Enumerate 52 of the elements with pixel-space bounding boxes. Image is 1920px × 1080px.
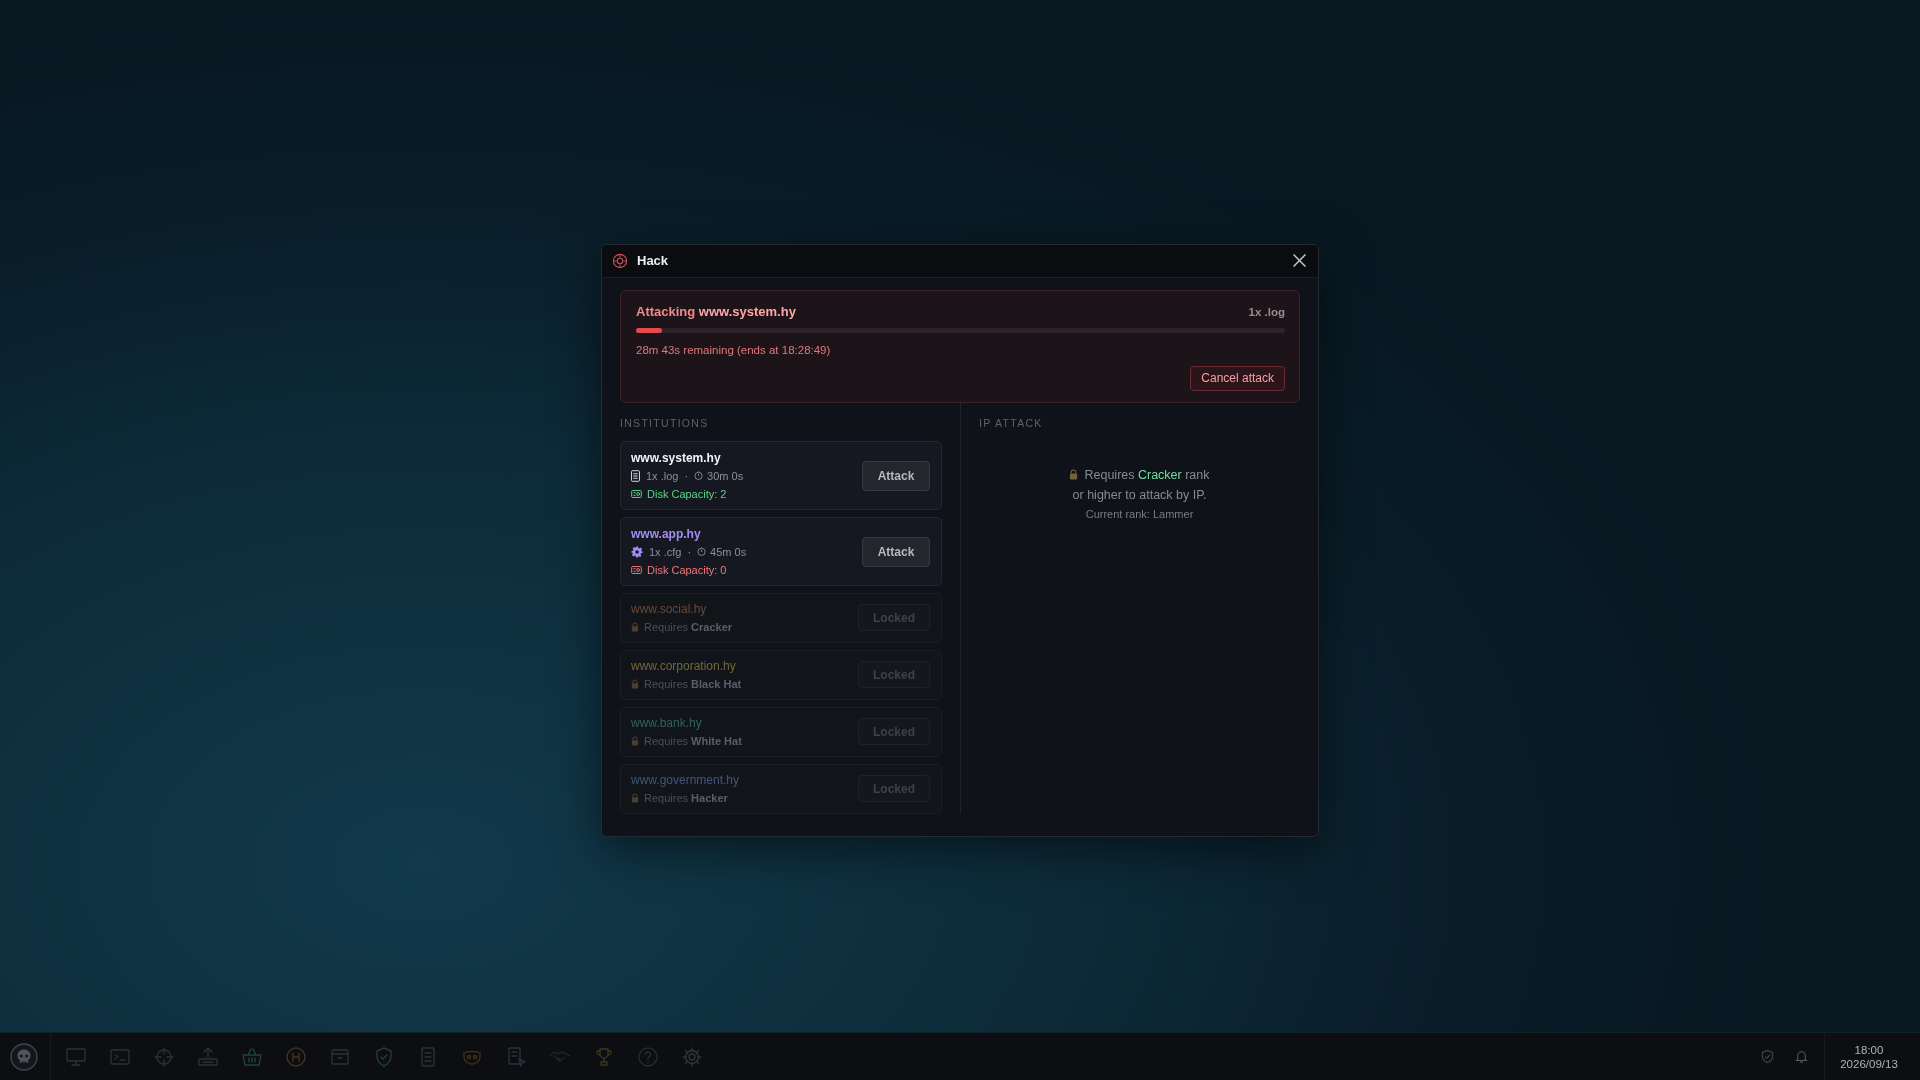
document-icon — [631, 469, 640, 482]
disk-capacity-text: Disk Capacity: 0 — [647, 562, 727, 578]
remaining-text: 28m 43s remaining (ends at 18:28:49) — [636, 342, 832, 358]
requirement-text: Requires Hacker — [644, 790, 728, 806]
domain-name: www.bank.hy — [631, 714, 702, 732]
lock-icon — [631, 621, 639, 632]
domain-name: www.social.hy — [631, 600, 707, 618]
upload-icon[interactable] — [196, 1044, 220, 1069]
duration-text: 45m 0s — [710, 544, 747, 560]
domain-name: www.app.hy — [631, 525, 701, 543]
file-label: 1x .cfg — [649, 544, 682, 560]
domain-name: www.system.hy — [631, 449, 721, 467]
letter-circle-icon[interactable] — [284, 1044, 308, 1069]
disk-capacity-text: Disk Capacity: 2 — [647, 486, 727, 502]
domain-name: www.government.hy — [631, 771, 740, 789]
timer-icon — [697, 547, 707, 556]
skull-icon[interactable] — [10, 1042, 38, 1071]
section-heading: INSTITUTIONS — [620, 416, 710, 430]
clock-time: 18:00 — [1854, 1042, 1884, 1057]
gear-icon — [631, 545, 643, 558]
lock-icon — [631, 792, 639, 803]
lock-icon — [631, 678, 639, 689]
meta-separator: · — [684, 468, 689, 484]
duration-text: 30m 0s — [707, 468, 744, 484]
requirement-text: Requires Cracker rank — [1084, 466, 1210, 484]
requirement-text: or higher to attack by IP. — [1072, 486, 1207, 504]
bell-icon[interactable] — [1794, 1049, 1809, 1064]
timer-icon — [694, 471, 704, 480]
current-rank-text: Current rank: Lammer — [1085, 506, 1194, 522]
crosshair-icon[interactable] — [152, 1044, 176, 1069]
domain-name: www.corporation.hy — [631, 657, 736, 675]
shield-icon[interactable] — [1760, 1049, 1775, 1064]
settings-icon[interactable] — [680, 1044, 704, 1069]
close-icon — [1293, 254, 1306, 267]
crosshair-icon — [612, 252, 628, 269]
clock-date: 2026/09/13 — [1840, 1056, 1898, 1071]
meta-separator: · — [687, 544, 692, 560]
payload-label: 1x .log — [1248, 305, 1285, 318]
file-label: 1x .log — [646, 468, 679, 484]
lock-icon — [631, 735, 639, 746]
section-heading: IP ATTACK — [979, 416, 1044, 430]
lock-icon — [1069, 469, 1079, 480]
requirement-text: Requires Cracker — [644, 619, 733, 635]
close-button[interactable] — [1293, 254, 1306, 267]
help-icon[interactable] — [636, 1044, 660, 1069]
attack-button[interactable]: Attack — [862, 460, 930, 491]
requirement-text: Requires Black Hat — [644, 676, 742, 692]
requirement-text: Requires White Hat — [644, 733, 742, 749]
window-title: Hack — [637, 253, 669, 268]
attack-title: Attacking www.system.hy — [636, 304, 796, 319]
cancel-attack-button[interactable]: Cancel attack — [1190, 365, 1285, 391]
attack-button[interactable]: Attack — [862, 536, 930, 567]
